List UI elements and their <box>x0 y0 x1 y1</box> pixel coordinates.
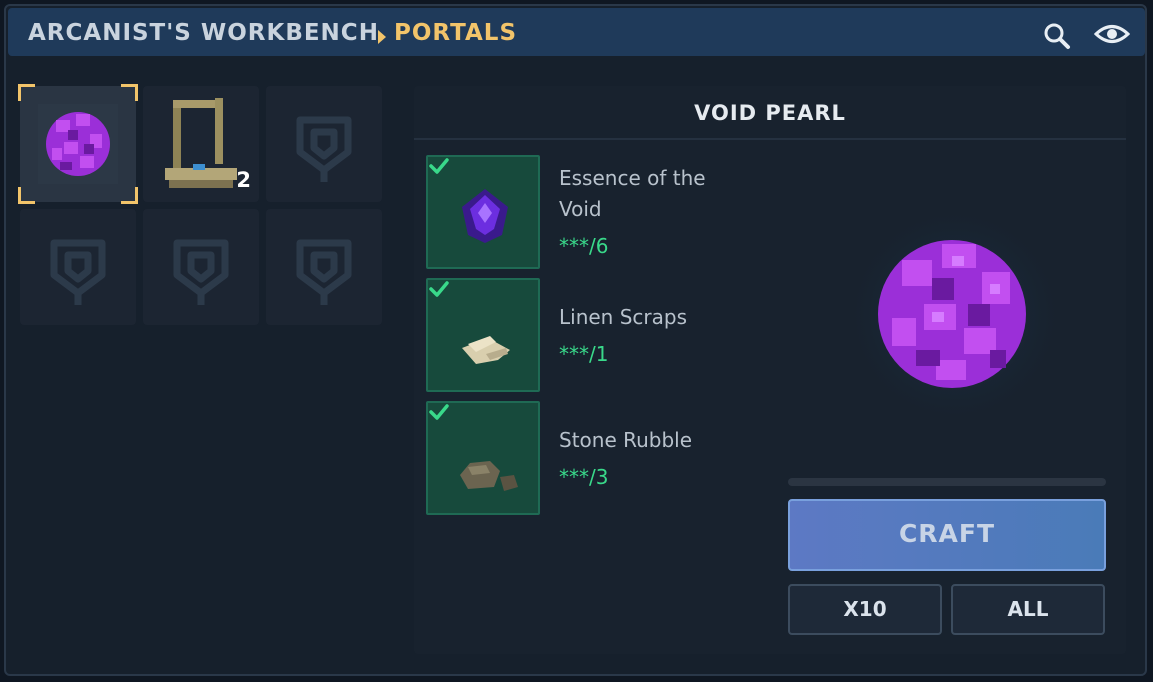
recipe-slot-locked[interactable] <box>266 209 382 325</box>
eye-icon[interactable] <box>1094 21 1130 47</box>
ingredient-name: Essence of the Void <box>559 166 706 221</box>
slot-count: 2 <box>236 168 251 192</box>
recipe-title: VOID PEARL <box>414 86 1126 140</box>
recipe-slot-locked[interactable] <box>266 86 382 202</box>
ingredient-count: ***/3 <box>559 465 609 489</box>
ingredient-slot[interactable] <box>426 401 540 515</box>
craft-progress-bar <box>788 478 1106 486</box>
header-bar: ARCANIST'S WORKBENCH PORTALS <box>8 8 1145 56</box>
ingredient-slot[interactable] <box>426 155 540 269</box>
check-icon <box>429 158 449 174</box>
ingredient-count: ***/1 <box>559 342 609 366</box>
selection-corner <box>18 84 35 101</box>
craft-all-button[interactable]: ALL <box>951 584 1105 635</box>
void-pearl-icon <box>38 104 118 184</box>
recipe-slot-portal-frame[interactable]: 2 <box>143 86 259 202</box>
craft-x10-button[interactable]: X10 <box>788 584 942 635</box>
ingredient-slot[interactable] <box>426 278 540 392</box>
selection-corner <box>18 187 35 204</box>
ingredient-count: ***/6 <box>559 234 609 258</box>
selection-corner <box>121 84 138 101</box>
breadcrumb-current: PORTALS <box>394 20 518 46</box>
locked-rune-icon <box>296 116 352 182</box>
craft-button[interactable]: CRAFT <box>788 499 1106 571</box>
locked-rune-icon <box>173 239 229 305</box>
check-icon <box>429 281 449 297</box>
breadcrumb-root[interactable]: ARCANIST'S WORKBENCH <box>28 20 379 46</box>
void-pearl-preview-icon <box>843 203 1067 427</box>
ingredient-name: Stone Rubble <box>559 428 693 452</box>
selection-corner <box>121 187 138 204</box>
recipe-slot-void-pearl[interactable] <box>18 84 138 204</box>
search-icon[interactable] <box>1043 22 1071 50</box>
recipe-slot-locked[interactable] <box>20 209 136 325</box>
breadcrumb-arrow-icon <box>378 30 386 44</box>
check-icon <box>429 404 449 420</box>
locked-rune-icon <box>50 239 106 305</box>
ingredient-name: Linen Scraps <box>559 305 687 329</box>
recipe-slot-locked[interactable] <box>143 209 259 325</box>
locked-rune-icon <box>296 239 352 305</box>
